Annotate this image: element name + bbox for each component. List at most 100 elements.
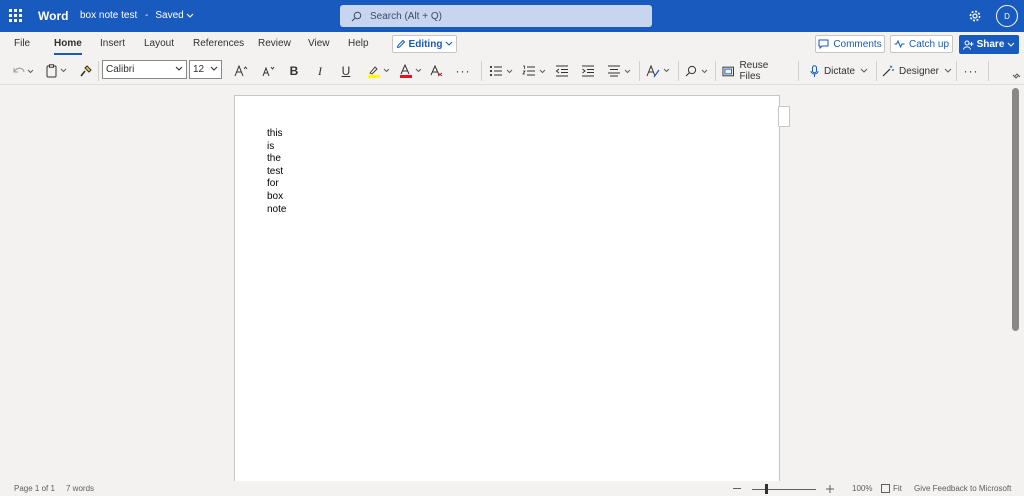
italic-button[interactable]: I — [311, 61, 329, 81]
tab-references[interactable]: References — [193, 38, 244, 49]
grow-font-icon — [234, 65, 248, 77]
highlight-color-button[interactable] — [365, 61, 393, 81]
settings-gear-icon[interactable] — [968, 9, 982, 23]
zoom-slider-track[interactable] — [752, 489, 816, 490]
tab-view[interactable]: View — [308, 38, 330, 49]
dictate-button[interactable]: Dictate — [806, 61, 872, 81]
chevron-down-icon — [446, 41, 453, 46]
chevron-down-icon — [860, 68, 868, 73]
scroll-up-icon[interactable] — [1013, 72, 1021, 78]
numbered-list-icon — [522, 65, 546, 76]
tab-insert[interactable]: Insert — [100, 38, 125, 49]
tab-layout[interactable]: Layout — [144, 38, 174, 49]
more-options-icon: ··· — [455, 64, 471, 78]
chevron-down-icon — [175, 66, 183, 71]
tab-help[interactable]: Help — [348, 38, 369, 49]
find-button[interactable] — [683, 61, 711, 81]
share-button[interactable]: Share — [959, 35, 1019, 54]
increase-indent-button[interactable] — [579, 61, 597, 81]
italic-icon: I — [318, 63, 322, 78]
underline-icon: U — [341, 64, 351, 78]
clear-formatting-button[interactable] — [428, 61, 446, 81]
highlighter-icon — [368, 66, 390, 78]
catch-up-button[interactable]: Catch up — [890, 35, 953, 53]
clipboard-icon — [46, 64, 67, 78]
document-line[interactable]: the — [267, 153, 281, 166]
font-size-select[interactable]: 12 — [189, 60, 222, 79]
comment-margin-marker[interactable] — [778, 106, 790, 127]
document-line[interactable]: for — [267, 178, 279, 191]
tab-home[interactable]: Home — [54, 38, 82, 55]
share-label: Share — [976, 39, 1005, 50]
format-painter-button[interactable] — [76, 61, 94, 81]
share-people-icon — [962, 40, 974, 50]
paste-button[interactable] — [44, 61, 70, 81]
document-title[interactable]: box note test — [80, 10, 137, 21]
bullets-button[interactable] — [488, 61, 516, 81]
undo-button[interactable] — [9, 61, 37, 81]
chevron-down-icon — [210, 66, 218, 71]
document-page[interactable]: this is the test for box note — [234, 95, 780, 495]
app-launcher-icon[interactable] — [9, 9, 22, 22]
microphone-icon — [810, 64, 819, 77]
reuse-files-label: Reuse Files — [739, 60, 769, 82]
more-font-options-button[interactable]: ··· — [453, 61, 473, 81]
font-color-icon — [400, 64, 422, 78]
editing-label: Editing — [408, 38, 443, 50]
zoom-in-icon[interactable] — [826, 485, 834, 493]
app-name[interactable]: Word — [38, 9, 68, 23]
search-box[interactable]: Search (Alt + Q) — [340, 5, 652, 27]
underline-button[interactable]: U — [337, 61, 355, 81]
styles-icon — [646, 64, 670, 78]
tab-file[interactable]: File — [14, 38, 30, 49]
font-color-button[interactable] — [397, 61, 425, 81]
grow-font-button[interactable] — [231, 61, 251, 81]
document-line[interactable]: box — [267, 191, 283, 204]
comments-button[interactable]: Comments — [815, 35, 885, 53]
word-count[interactable]: 7 words — [66, 484, 94, 493]
clear-formatting-icon — [430, 65, 443, 77]
document-line[interactable]: note — [267, 204, 286, 217]
vertical-scrollbar[interactable] — [1012, 88, 1019, 331]
more-ribbon-options-button[interactable]: ··· — [961, 61, 981, 81]
designer-label: Designer — [898, 65, 940, 77]
bold-button[interactable]: B — [285, 61, 303, 81]
reuse-files-icon — [722, 66, 734, 77]
save-status[interactable]: - Saved — [145, 10, 194, 21]
document-line[interactable]: test — [267, 166, 283, 179]
editing-mode-button[interactable]: Editing — [392, 35, 457, 53]
chevron-down-icon — [944, 68, 952, 73]
shrink-font-button[interactable] — [258, 61, 278, 81]
ribbon-toolbar: Calibri 12 B I U ··· Reuse Files Dictate… — [0, 57, 1024, 85]
fit-button[interactable]: Fit — [893, 484, 902, 493]
zoom-slider-thumb[interactable] — [765, 484, 768, 494]
zoom-level[interactable]: 100% — [852, 484, 872, 493]
align-center-icon — [608, 65, 631, 77]
designer-wand-icon — [882, 65, 894, 77]
shrink-font-icon — [262, 66, 275, 77]
document-canvas[interactable]: this is the test for box note — [0, 86, 1024, 495]
paragraph-alignment-button[interactable] — [606, 61, 634, 81]
save-status-label: Saved — [155, 10, 184, 21]
format-painter-icon — [79, 64, 92, 76]
user-avatar[interactable]: D — [996, 5, 1018, 27]
designer-button[interactable]: Designer — [881, 61, 953, 81]
decrease-indent-icon — [555, 65, 568, 77]
page-count[interactable]: Page 1 of 1 — [14, 484, 55, 493]
search-icon — [351, 11, 362, 21]
status-bar: Page 1 of 1 7 words 100% Fit Give Feedba… — [0, 481, 1024, 496]
styles-button[interactable] — [645, 61, 673, 81]
decrease-indent-button[interactable] — [553, 61, 571, 81]
title-separator: - — [145, 10, 149, 21]
activity-icon — [894, 40, 905, 48]
tab-review[interactable]: Review — [258, 38, 291, 49]
document-line[interactable]: is — [267, 141, 274, 154]
numbering-button[interactable] — [521, 61, 549, 81]
zoom-out-icon[interactable] — [733, 487, 741, 490]
give-feedback-link[interactable]: Give Feedback to Microsoft — [914, 484, 1011, 493]
search-placeholder: Search (Alt + Q) — [370, 10, 442, 22]
document-line[interactable]: this — [267, 128, 283, 141]
reuse-files-button[interactable]: Reuse Files — [722, 60, 790, 82]
comment-icon — [818, 39, 829, 49]
font-name-select[interactable]: Calibri — [102, 60, 187, 79]
